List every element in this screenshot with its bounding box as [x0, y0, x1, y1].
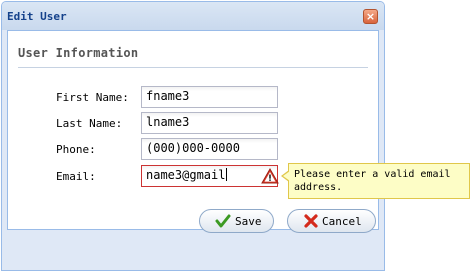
last-name-row: Last Name: lname3: [8, 112, 378, 134]
first-name-row: First Name: fname3: [8, 86, 378, 108]
last-name-input[interactable]: lname3: [141, 112, 278, 134]
email-input[interactable]: name3@gmail: [141, 165, 278, 187]
edit-user-window: Edit User × User Information First Name:…: [1, 1, 385, 271]
checkmark-icon: [215, 214, 231, 228]
cancel-button[interactable]: Cancel: [287, 209, 376, 233]
last-name-label: Last Name:: [56, 117, 123, 130]
text-caret: [226, 168, 228, 181]
form-panel: User Information First Name: fname3 Last…: [7, 30, 379, 230]
first-name-input[interactable]: fname3: [141, 86, 278, 108]
email-input-value: name3@gmail: [146, 168, 226, 182]
first-name-label: First Name:: [56, 91, 129, 104]
fieldset-divider: [18, 67, 368, 68]
red-x-icon: [304, 214, 318, 228]
email-label: Email:: [56, 170, 96, 183]
phone-row: Phone: (000)000-0000: [8, 138, 378, 160]
phone-input[interactable]: (000)000-0000: [141, 138, 278, 160]
cancel-button-label: Cancel: [322, 215, 362, 228]
warning-triangle-icon[interactable]: [261, 168, 279, 184]
window-titlebar[interactable]: Edit User ×: [2, 2, 384, 30]
window-title: Edit User: [7, 10, 67, 23]
fieldset-legend: User Information: [18, 46, 139, 60]
save-button-label: Save: [235, 215, 262, 228]
validation-tooltip: Please enter a valid email address.: [281, 163, 470, 199]
phone-label: Phone:: [56, 143, 96, 156]
close-icon[interactable]: ×: [363, 9, 378, 24]
save-button[interactable]: Save: [199, 209, 274, 233]
